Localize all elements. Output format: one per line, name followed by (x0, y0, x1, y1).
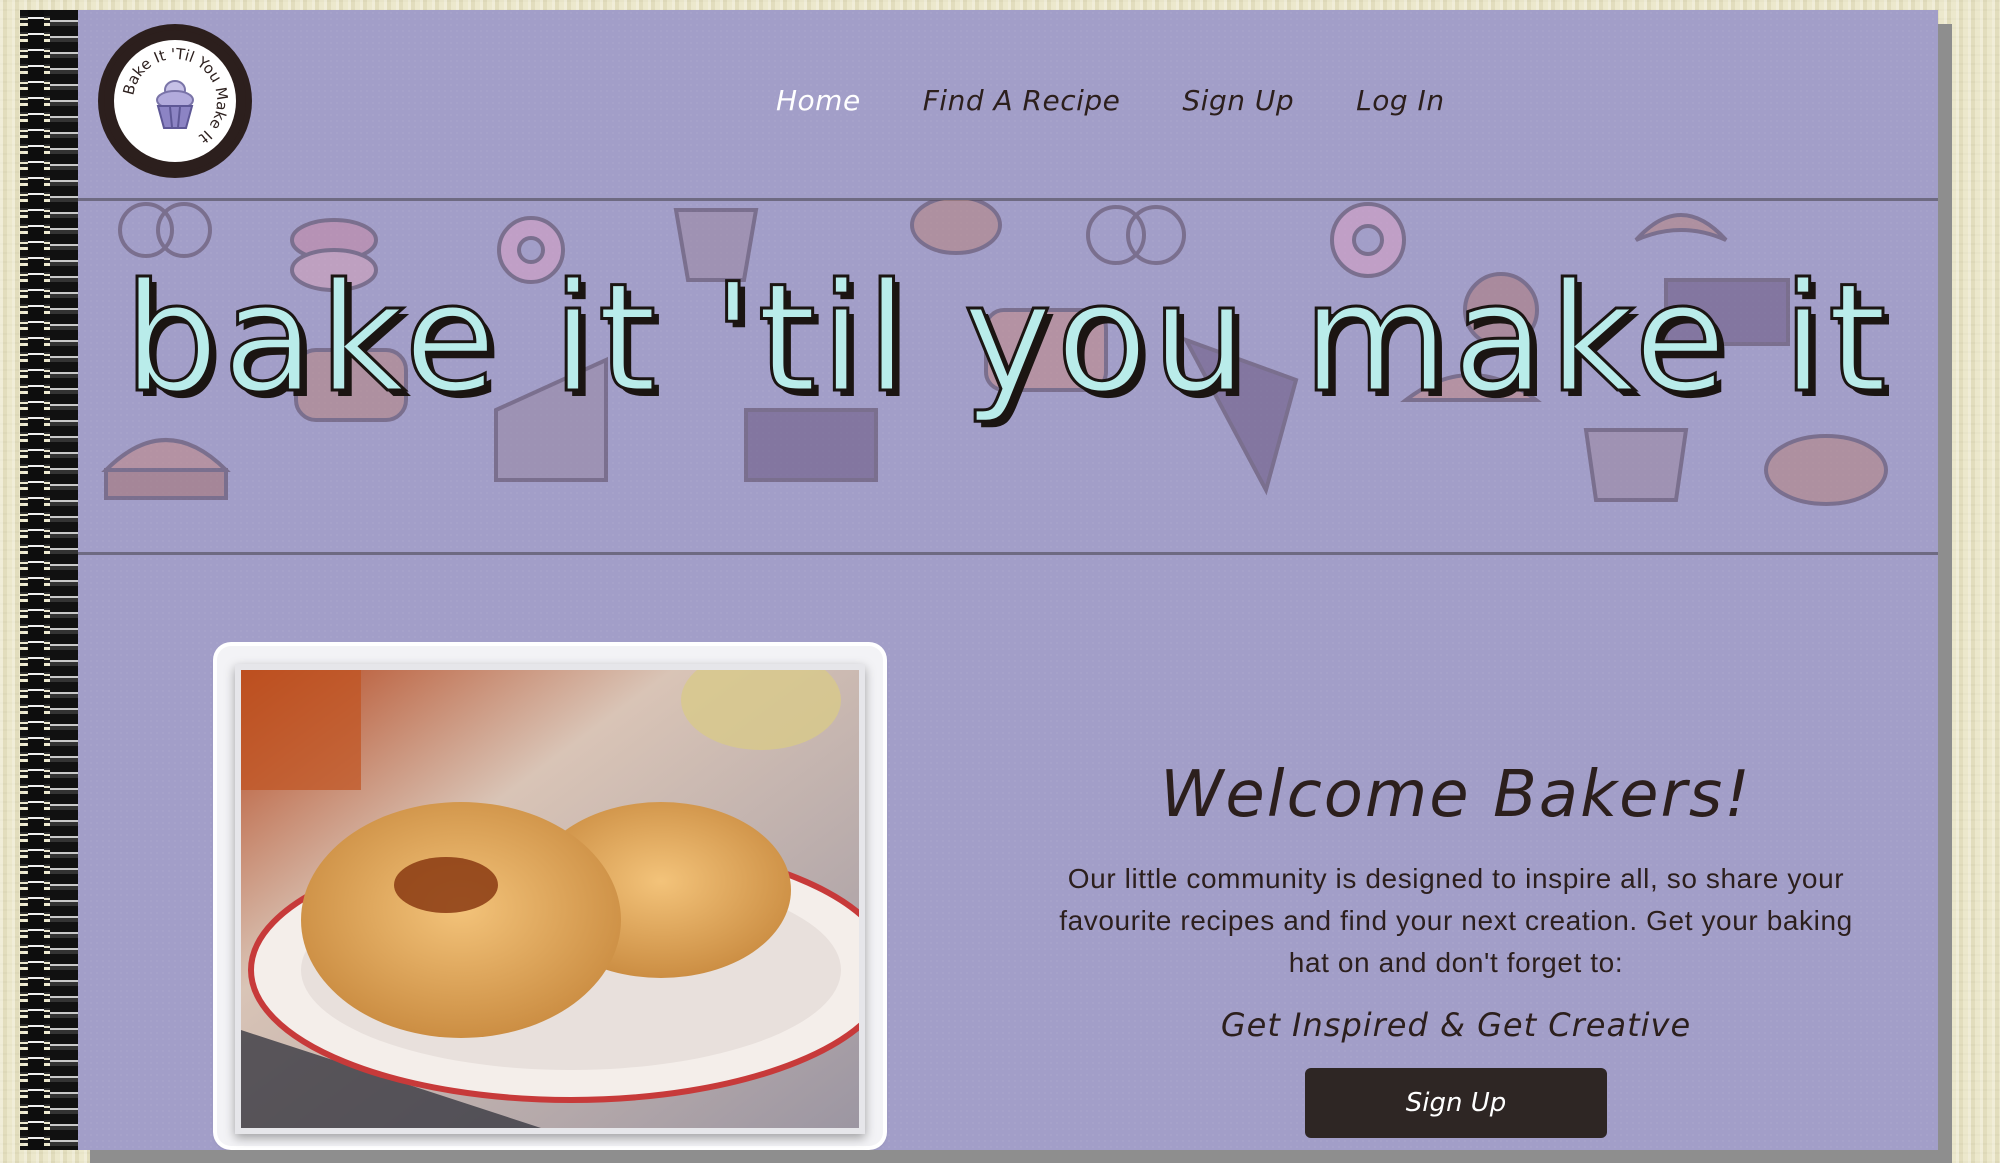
nav-sign-up[interactable]: Sign Up (1182, 84, 1294, 117)
pastry-image (241, 670, 859, 1128)
croissant-icon (1634, 213, 1728, 242)
featured-pastry-photo (235, 664, 865, 1134)
notebook-page: Bake It 'Til You Make It Home Find A Rec… (76, 10, 1938, 1150)
bread-icon (910, 200, 1002, 255)
pie-icon (101, 438, 231, 500)
bread-icon (1764, 434, 1888, 506)
logo-badge: Bake It 'Til You Make It (114, 40, 236, 162)
nav-find-a-recipe[interactable]: Find A Recipe (923, 84, 1121, 117)
hero-divider (76, 552, 1938, 555)
cupcake-icon (1583, 428, 1689, 502)
welcome-body: Our little community is designed to insp… (1059, 863, 1853, 978)
main-nav: Home Find A Recipe Sign Up Log In (776, 84, 1445, 117)
featured-photo-frame (217, 646, 883, 1146)
hero-title: bake it 'til you make it (122, 251, 1891, 428)
pretzel-icon (118, 202, 212, 258)
sign-up-button[interactable]: Sign Up (1305, 1068, 1607, 1138)
hero-banner: bake it 'til you make it (76, 200, 1938, 552)
welcome-section: Welcome Bakers! Our little community is … (1056, 758, 1856, 1138)
spiral-binding (20, 10, 78, 1150)
nav-log-in[interactable]: Log In (1356, 84, 1444, 117)
welcome-tagline: Get Inspired & Get Creative (1220, 1006, 1692, 1044)
nav-home[interactable]: Home (776, 84, 861, 117)
cupcake-logo-icon (156, 80, 194, 129)
welcome-heading: Welcome Bakers! (1160, 758, 1752, 832)
site-logo[interactable]: Bake It 'Til You Make It (104, 30, 246, 172)
